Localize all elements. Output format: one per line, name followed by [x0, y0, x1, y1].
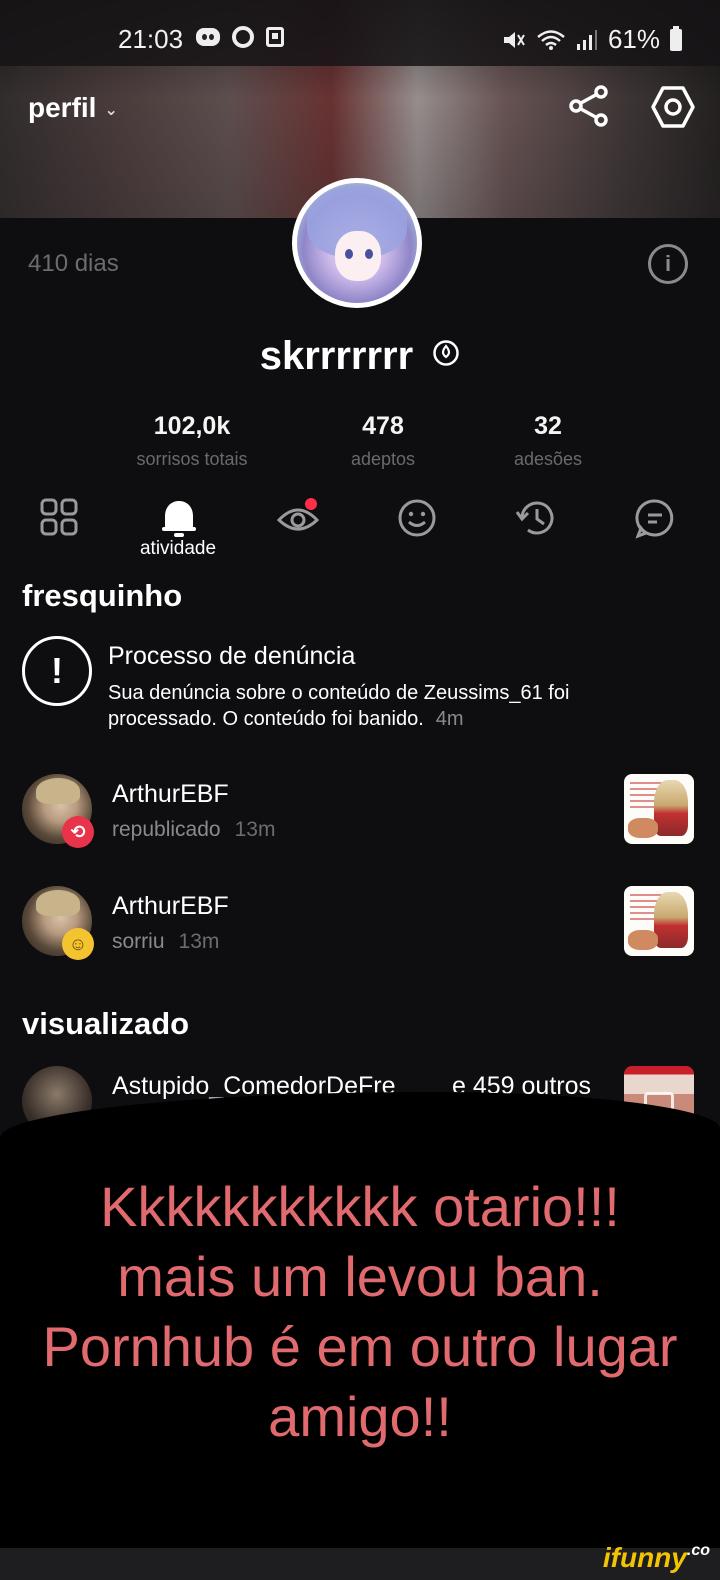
water-drop-icon [433, 340, 460, 366]
tab-viewed-eye-icon[interactable] [276, 496, 320, 540]
notification-dot [305, 498, 317, 510]
battery-percent: 61% [607, 24, 660, 54]
shazam-icon [232, 26, 254, 48]
tab-comments-icon[interactable] [633, 496, 677, 540]
activity-time: 13m [178, 930, 220, 953]
stat-subscriptions[interactable]: 32 adesões [448, 412, 648, 470]
account-age: 410 dias [28, 250, 119, 277]
status-bar: 21:03 61% [0, 0, 720, 66]
stat-smiles[interactable]: 102,0k sorrisos totais [92, 412, 292, 470]
share-icon[interactable] [568, 84, 610, 128]
thumbnail-figure [654, 892, 688, 948]
status-icons-left [196, 26, 284, 48]
battery-icon [670, 25, 682, 51]
watermark-text: ifunny [602, 1542, 687, 1573]
caption-line: Pornhub é em outro lugar [42, 1315, 678, 1378]
settings-icon[interactable] [650, 84, 696, 130]
caption-line: Kkkkkkkkkkk otario!!! [100, 1175, 620, 1238]
notification-title[interactable]: Processo de denúncia [108, 642, 355, 671]
signal-icon [576, 29, 597, 50]
activity-username[interactable]: ArthurEBF [112, 780, 229, 809]
profile-avatar[interactable] [292, 178, 422, 308]
thumbnail-figure [628, 930, 658, 950]
stat-label: adesões [513, 449, 583, 469]
avatar-hair [36, 778, 80, 804]
avatar-hair [36, 890, 80, 916]
caption-line: mais um levou ban. [117, 1245, 603, 1308]
tab-activity-label: atividade [139, 538, 217, 559]
activity-action: sorriu 13m [112, 930, 219, 954]
stat-label: sorrisos totais [136, 449, 248, 469]
username: skrrrrrrr [0, 334, 720, 379]
post-thumbnail[interactable] [624, 886, 694, 956]
tab-history-icon[interactable] [514, 496, 558, 540]
info-icon[interactable]: i [648, 244, 688, 284]
watermark-suffix: .co [686, 1542, 710, 1559]
activity-action-text: sorriu [112, 930, 165, 953]
tab-grid[interactable] [38, 496, 82, 540]
tab-activity-bell-icon[interactable] [157, 496, 201, 540]
status-time: 21:03 [118, 24, 184, 54]
post-thumbnail[interactable] [624, 774, 694, 844]
stat-value: 102,0k [153, 412, 231, 440]
notification-time: 4m [435, 708, 464, 730]
mute-icon [503, 31, 525, 48]
activity-time: 13m [234, 818, 276, 841]
activity-action-text: republicado [112, 818, 221, 841]
gallery-icon [266, 27, 284, 47]
thumbnail-figure [628, 818, 658, 838]
stat-value: 32 [534, 412, 562, 440]
smile-badge-icon: ☺ [62, 928, 94, 960]
caption-line: amigo!! [268, 1385, 452, 1448]
profile-title-dropdown[interactable]: perfil ⌄ [28, 92, 118, 124]
notification-text: Sua denúncia sobre o conteúdo de Zeussim… [108, 682, 570, 730]
wifi-icon [537, 29, 565, 50]
avatar-eye [365, 249, 373, 259]
caption-text: Kkkkkkkkkkk otario!!! mais um levou ban.… [0, 1172, 720, 1452]
avatar-face [335, 231, 381, 281]
tab-smiles-icon[interactable] [395, 496, 439, 540]
section-fresh-heading: fresquinho [22, 578, 183, 613]
discord-icon [196, 28, 220, 46]
status-icons-right: 61% [502, 24, 682, 55]
activity-username[interactable]: ArthurEBF [112, 892, 229, 921]
profile-title: perfil [28, 92, 97, 123]
activity-action: republicado 13m [112, 818, 275, 842]
avatar-eye [345, 249, 353, 259]
ifunny-watermark-logo: ifunny.co [603, 1542, 710, 1574]
section-viewed-heading: visualizado [22, 1006, 190, 1041]
chevron-down-icon: ⌄ [104, 102, 118, 119]
thumbnail-figure [654, 780, 688, 836]
repost-icon: ⟲ [62, 816, 94, 848]
alert-icon: ! [22, 636, 92, 706]
username-text: skrrrrrrr [259, 334, 414, 378]
notification-body[interactable]: Sua denúncia sobre o conteúdo de Zeussim… [108, 680, 668, 732]
